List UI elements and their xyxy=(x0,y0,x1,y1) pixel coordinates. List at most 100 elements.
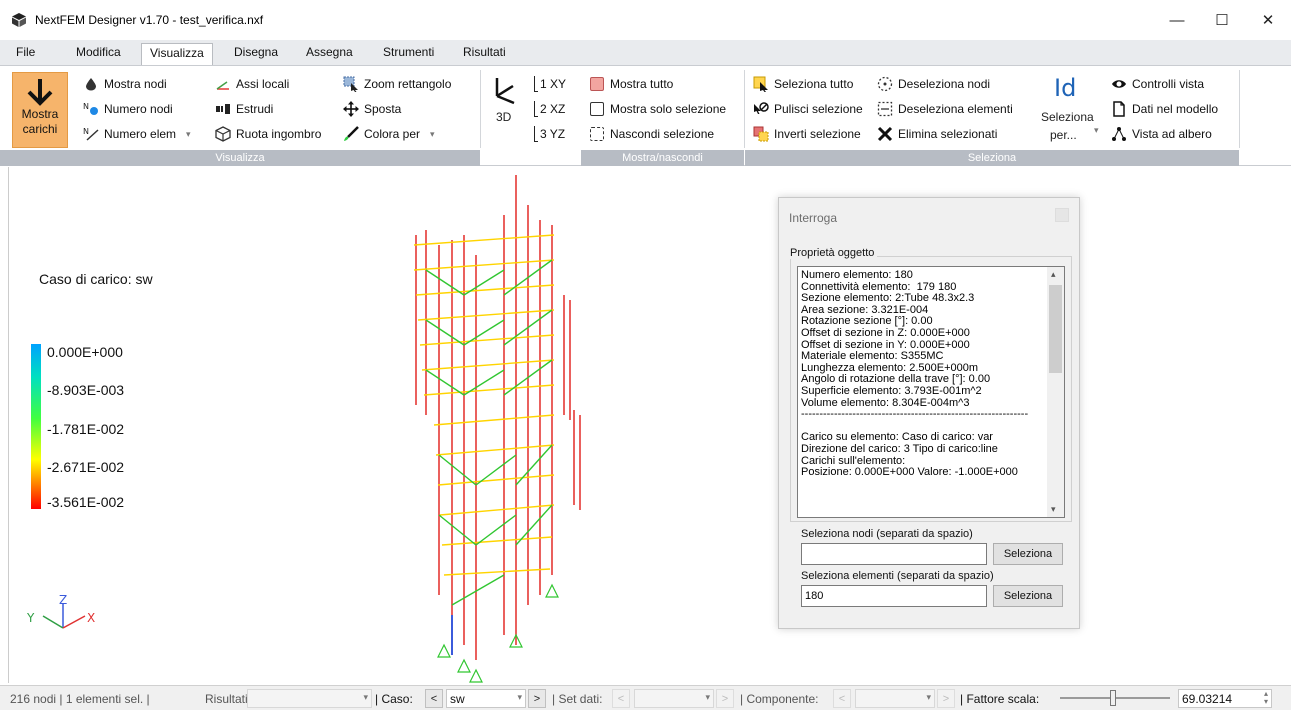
property-line: Offset di sezione in Z: 0.000E+000 xyxy=(801,326,970,339)
dataset-prev-button[interactable]: < xyxy=(612,689,630,708)
view-yz-button[interactable]: 3 YZ xyxy=(534,124,565,144)
menu-disegna[interactable]: Disegna xyxy=(234,45,278,59)
chevron-down-icon: ▾ xyxy=(517,692,522,702)
clear-selection-label: Pulisci selezione xyxy=(774,102,863,116)
select-by-label-1: Seleziona xyxy=(1041,110,1094,124)
menu-bar: File Modifica Visualizza Disegna Assegna… xyxy=(0,40,1291,66)
spinner-icon[interactable]: ▴ ▾ xyxy=(1264,690,1268,706)
menu-modifica[interactable]: Modifica xyxy=(76,45,121,59)
extrude-button[interactable]: Estrudi xyxy=(214,99,273,119)
tree-view-button[interactable]: Vista ad albero xyxy=(1110,124,1212,144)
model-data-button[interactable]: Dati nel modello xyxy=(1110,99,1218,119)
local-axes-label: Assi locali xyxy=(236,77,290,91)
window-title: NextFEM Designer v1.70 - test_verifica.n… xyxy=(35,13,264,27)
show-all-button[interactable]: Mostra tutto xyxy=(588,74,673,94)
select-by-button[interactable]: Id Seleziona per... ▾ xyxy=(1036,70,1100,148)
property-line: Materiale elemento: S355MC xyxy=(801,350,944,363)
results-dropdown[interactable]: ▾ xyxy=(247,689,372,708)
maximize-button[interactable]: ☐ xyxy=(1199,0,1245,40)
properties-textbox[interactable]: Numero elemento: 180 Connettività element… xyxy=(797,266,1065,518)
view-3d-button[interactable]: 3D xyxy=(490,76,526,136)
legend-label: -3.561E-002 xyxy=(47,494,125,510)
clear-selection-icon xyxy=(752,100,770,118)
deselect-elements-button[interactable]: Deseleziona elementi xyxy=(876,99,1013,119)
select-nodes-button[interactable]: Seleziona xyxy=(993,543,1063,565)
dialog-title: Interroga xyxy=(789,211,838,225)
delete-selected-button[interactable]: Elimina selezionati xyxy=(876,124,997,144)
local-axes-button[interactable]: Assi locali xyxy=(214,74,289,94)
scale-slider-thumb[interactable] xyxy=(1110,690,1116,706)
scroll-up-icon[interactable]: ▴ xyxy=(1051,269,1056,280)
color-by-button[interactable]: Colora per ▾ xyxy=(342,124,435,144)
case-next-button[interactable]: > xyxy=(528,689,546,708)
component-next-button[interactable]: > xyxy=(937,689,955,708)
deselect-nodes-button[interactable]: Deseleziona nodi xyxy=(876,74,990,94)
component-prev-button[interactable]: < xyxy=(833,689,851,708)
show-loads-label-2: carichi xyxy=(22,122,58,136)
node-numbers-button[interactable]: N Numero nodi xyxy=(82,99,173,119)
case-label: | Caso: xyxy=(375,692,413,706)
scroll-thumb[interactable] xyxy=(1049,285,1062,373)
menu-strumenti[interactable]: Strumenti xyxy=(383,45,434,59)
delete-selected-label: Elimina selezionati xyxy=(898,127,998,141)
minimize-button[interactable]: — xyxy=(1154,0,1200,40)
dashed-rect-icon xyxy=(876,100,894,118)
group-label-seleziona: Seleziona xyxy=(745,150,1239,166)
scale-factor-input[interactable]: 69.03214 ▴ ▾ xyxy=(1178,689,1272,708)
properties-scrollbar[interactable]: ▴ ▾ xyxy=(1047,267,1064,517)
axis-triad-icon: Z Y X xyxy=(26,593,95,629)
scroll-down-icon[interactable]: ▾ xyxy=(1051,504,1056,515)
select-nodes-input[interactable] xyxy=(801,543,987,565)
delete-x-icon xyxy=(876,125,894,143)
dataset-dropdown[interactable]: ▾ xyxy=(634,689,714,708)
property-line: Direzione del carico: 3 Tipo di carico:l… xyxy=(801,442,998,455)
color-by-label: Colora per xyxy=(364,127,421,141)
view-xy-button[interactable]: 1 XY xyxy=(534,74,566,94)
show-loads-button[interactable]: Mostra carichi xyxy=(12,72,68,148)
close-button[interactable]: ✕ xyxy=(1245,0,1291,40)
case-dropdown[interactable]: sw ▾ xyxy=(446,689,526,708)
cube-icon xyxy=(214,125,232,143)
zoom-rect-button[interactable]: Zoom rettangolo xyxy=(342,74,451,94)
move-button[interactable]: Sposta xyxy=(342,99,401,119)
move-label: Sposta xyxy=(364,102,402,116)
select-nodes-label: Seleziona nodi (separati da spazio) xyxy=(801,528,973,540)
move-arrows-icon xyxy=(342,100,360,118)
axes-3d-icon xyxy=(495,78,515,105)
dialog-close-button[interactable] xyxy=(1055,208,1069,222)
scale-factor-value: 69.03214 xyxy=(1182,691,1233,706)
scaffold-model[interactable] xyxy=(404,175,604,685)
invert-selection-button[interactable]: Inverti selezione xyxy=(752,124,861,144)
invert-selection-icon xyxy=(752,125,770,143)
menu-visualizza[interactable]: Visualizza xyxy=(141,43,213,65)
document-icon xyxy=(1110,100,1128,118)
clear-selection-button[interactable]: Pulisci selezione xyxy=(752,99,863,119)
hide-selection-button[interactable]: Nascondi selezione xyxy=(588,124,714,144)
chevron-down-icon: ▾ xyxy=(1094,125,1099,135)
ribbon-separator xyxy=(480,70,481,148)
tree-icon xyxy=(1110,125,1128,143)
menu-risultati[interactable]: Risultati xyxy=(463,45,506,59)
menu-file[interactable]: File xyxy=(16,45,35,59)
dashed-circle-icon xyxy=(876,75,894,93)
group-label-mostra-nascondi: Mostra/nascondi xyxy=(581,150,744,166)
rotate-bbox-button[interactable]: Ruota ingombro xyxy=(214,124,321,144)
elem-numbers-button[interactable]: N Numero elem ▾ xyxy=(82,124,191,144)
axis-corner-icon xyxy=(534,126,538,142)
show-selection-only-button[interactable]: Mostra solo selezione xyxy=(588,99,726,119)
select-elements-button[interactable]: Seleziona xyxy=(993,585,1063,607)
view-xz-button[interactable]: 2 XZ xyxy=(534,99,565,119)
dataset-next-button[interactable]: > xyxy=(716,689,734,708)
component-dropdown[interactable]: ▾ xyxy=(855,689,935,708)
select-elements-input[interactable]: 180 xyxy=(801,585,987,607)
property-line: ----------------------------------------… xyxy=(801,408,1029,421)
menu-assegna[interactable]: Assegna xyxy=(306,45,353,59)
view-controls-button[interactable]: Controlli vista xyxy=(1110,74,1204,94)
load-case-title: Caso di carico: sw xyxy=(39,271,153,287)
case-prev-button[interactable]: < xyxy=(425,689,443,708)
model-viewport[interactable]: Caso di carico: sw 0.000E+000 -8.903E-00… xyxy=(8,167,1291,683)
show-loads-label-1: Mostra xyxy=(21,107,59,121)
show-nodes-button[interactable]: Mostra nodi xyxy=(82,74,167,94)
app-logo-icon xyxy=(12,13,26,27)
select-all-button[interactable]: Seleziona tutto xyxy=(752,74,853,94)
